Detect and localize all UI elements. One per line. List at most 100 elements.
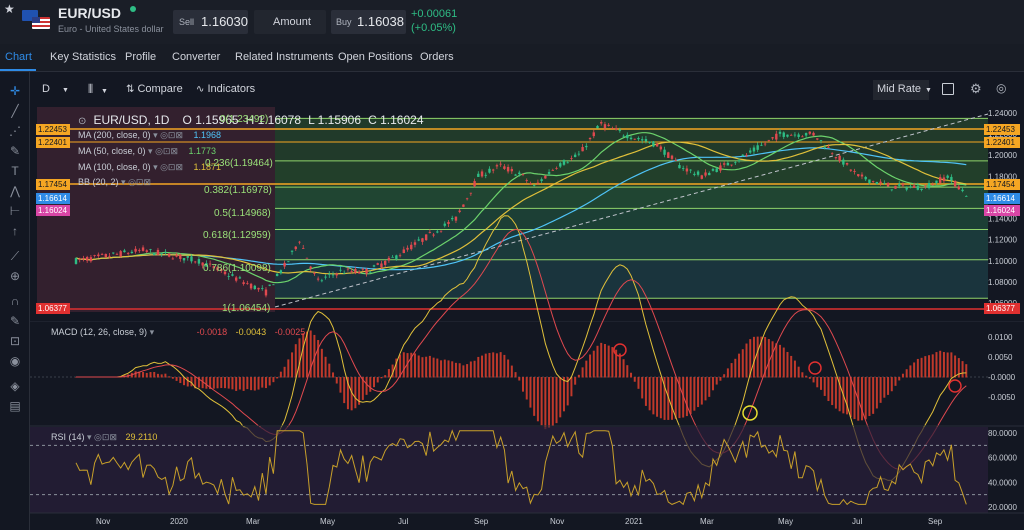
projection-tool-icon[interactable]: ⊢ xyxy=(7,203,23,219)
tab-chart[interactable]: Chart xyxy=(5,51,32,63)
candle-body xyxy=(760,144,763,146)
star-icon[interactable]: ★ xyxy=(4,3,16,15)
macd-histogram-bar xyxy=(369,377,372,392)
tab-converter[interactable]: Converter xyxy=(172,51,220,63)
settings-gear-icon[interactable]: ⚙ xyxy=(970,81,982,97)
interval-select[interactable]: D ▼ xyxy=(42,83,69,95)
brush-icon[interactable]: ✎ xyxy=(7,143,23,159)
candle-body xyxy=(827,147,830,148)
macd-histogram-bar xyxy=(581,367,584,378)
candle-body xyxy=(879,181,882,183)
legend-ma50[interactable]: MA (50, close, 0) ▾ ◎⊡⊠ 1.1773 xyxy=(78,146,216,157)
buy-button[interactable]: Buy 1.16038 xyxy=(331,10,406,34)
candle-body xyxy=(544,175,547,179)
macd-legend[interactable]: MACD (12, 26, close, 9) ▾ -0.0018 -0.004… xyxy=(51,327,305,338)
macd-histogram-bar xyxy=(756,336,759,378)
macd-histogram-bar xyxy=(585,360,588,378)
macd-histogram-bar xyxy=(522,377,524,392)
lock-icon[interactable]: ⊡ xyxy=(7,333,23,349)
legend-ma50-value: 1.1773 xyxy=(188,146,217,156)
layers-icon[interactable]: ◈ xyxy=(7,378,23,394)
macd-histogram-bar xyxy=(924,356,927,378)
tab-key-statistics[interactable]: Key Statistics xyxy=(50,51,116,63)
candle-body xyxy=(655,143,659,147)
legend-ma200[interactable]: MA (200, close, 0) ▾ ◎⊡⊠ 1.1968 xyxy=(78,130,221,141)
collapse-legend-icon[interactable]: ⊙ xyxy=(78,116,86,127)
macd-histogram-bar xyxy=(555,377,558,424)
magnet-icon[interactable]: ∩ xyxy=(7,293,23,309)
time-tick-label: Jul xyxy=(852,517,862,526)
tab-orders[interactable]: Orders xyxy=(420,51,454,63)
screenshot-camera-icon[interactable]: ◎ xyxy=(996,81,1006,95)
candle-body xyxy=(272,284,275,286)
candle-body xyxy=(175,255,178,257)
rsi-legend[interactable]: RSI (14) ▾ ◎⊡⊠ 29.2110 xyxy=(51,432,157,443)
candle-body xyxy=(868,179,871,183)
candle-body xyxy=(518,172,521,175)
candle-body xyxy=(320,280,324,282)
fib-tool-icon[interactable]: ⋰ xyxy=(7,123,23,139)
macd-histogram-bar xyxy=(823,377,826,396)
pattern-tool-icon[interactable]: ⋀ xyxy=(7,183,23,199)
macd-histogram-bar xyxy=(488,352,491,378)
rsi-tick-label: 20.0000 xyxy=(988,503,1017,512)
macd-histogram-bar xyxy=(216,377,219,389)
fib-band xyxy=(275,187,988,209)
candle-body xyxy=(503,166,506,169)
candle-body xyxy=(741,154,744,156)
legend-ma100[interactable]: MA (100, close, 0) ▾ ◎⊡⊠ 1.1871 xyxy=(78,162,221,173)
macd-histogram-bar xyxy=(246,377,249,390)
candle-body xyxy=(313,273,316,274)
candle-body xyxy=(298,241,301,243)
candle-body xyxy=(462,204,465,207)
macd-histogram-bar xyxy=(723,374,726,378)
candle-body xyxy=(871,181,875,182)
lock-drawing-icon[interactable]: ✎ xyxy=(7,313,23,329)
ruler-icon[interactable]: ⟋ xyxy=(7,248,23,264)
candle-body xyxy=(912,185,916,188)
candle-body xyxy=(797,134,800,137)
macd-histogram-bar xyxy=(231,377,234,390)
macd-histogram-bar xyxy=(559,377,562,418)
macd-histogram-bar xyxy=(592,350,595,378)
crosshair-icon[interactable]: ✛ xyxy=(7,83,23,99)
indicators-button[interactable]: ∿ Indicators xyxy=(196,83,255,95)
text-tool-icon[interactable]: T xyxy=(7,163,23,179)
tab-related-instruments[interactable]: Related Instruments xyxy=(235,51,333,63)
trend-line-icon[interactable]: ╱ xyxy=(7,103,23,119)
tab-profile[interactable]: Profile xyxy=(125,51,156,63)
trash-icon[interactable]: ▤ xyxy=(7,398,23,414)
symbol-name: Euro - United States dollar xyxy=(58,24,164,34)
sell-price: 1.16030 xyxy=(201,14,248,29)
amount-input[interactable]: Amount xyxy=(254,10,326,34)
chart-type-select[interactable]: ⫴ ▼ xyxy=(88,82,108,97)
eye-icon[interactable]: ◉ xyxy=(7,353,23,369)
legend-symbol: EUR/USD, 1D xyxy=(93,113,170,127)
macd-histogram-bar xyxy=(853,377,856,420)
compare-button[interactable]: ⇅ Compare xyxy=(126,83,183,95)
fullscreen-toggle[interactable] xyxy=(942,83,954,95)
macd-histogram-bar xyxy=(589,354,592,378)
candle-body xyxy=(603,124,607,129)
macd-histogram-bar xyxy=(834,377,837,409)
macd-histogram-bar xyxy=(596,345,599,378)
candle-body xyxy=(316,278,320,280)
macd-histogram-bar xyxy=(741,349,744,378)
macd-histogram-bar xyxy=(276,377,279,379)
legend-bb[interactable]: BB (20, 2) ▾ ◎⊡⊠ xyxy=(78,177,151,188)
candle-body xyxy=(78,258,81,260)
candle-body xyxy=(138,249,141,251)
sell-button[interactable]: Sell 1.16030 xyxy=(173,10,248,34)
tab-open-positions[interactable]: Open Positions xyxy=(338,51,413,63)
zoom-icon[interactable]: ⊕ xyxy=(7,268,23,284)
macd-histogram-bar xyxy=(808,377,811,379)
macd-histogram-bar xyxy=(421,357,424,378)
macd-histogram-bar xyxy=(384,375,387,378)
candle-body xyxy=(864,176,867,180)
macd-histogram-bar xyxy=(518,377,521,381)
candle-body xyxy=(592,132,595,137)
candle-body xyxy=(577,153,581,155)
price-tick-label: 1.20000 xyxy=(988,151,1017,160)
rate-select[interactable]: Mid Rate ▼ xyxy=(873,80,932,100)
arrow-up-icon[interactable]: ↑ xyxy=(7,223,23,239)
